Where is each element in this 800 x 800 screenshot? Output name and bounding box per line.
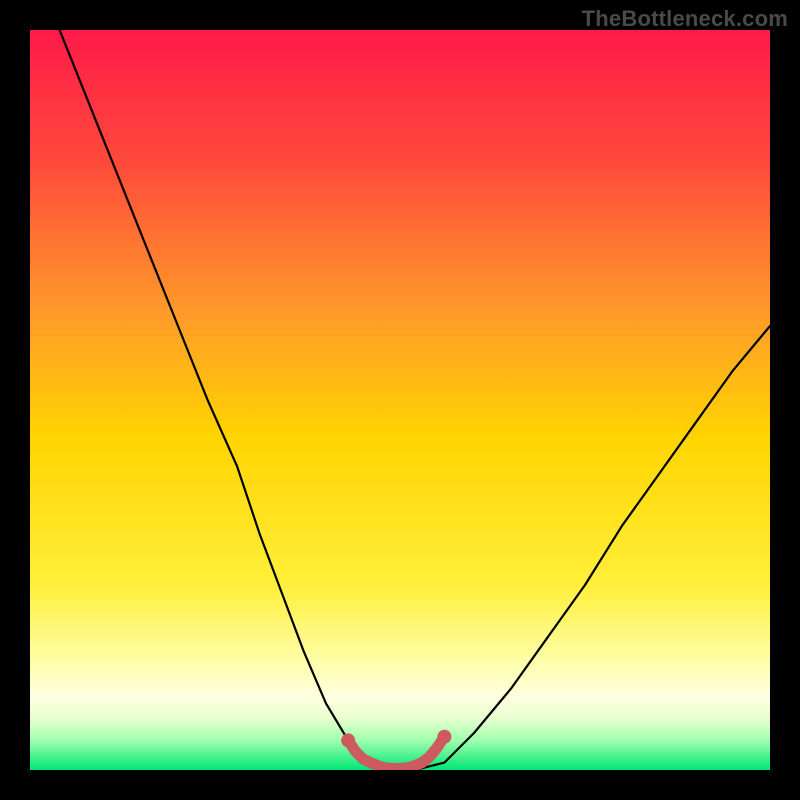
plot-area (30, 30, 770, 770)
chart-svg (30, 30, 770, 770)
optimal-region-start-dot (341, 733, 355, 747)
optimal-region-end-dot (437, 730, 451, 744)
chart-frame: TheBottleneck.com (0, 0, 800, 800)
watermark-text: TheBottleneck.com (582, 6, 788, 32)
gradient-background (30, 30, 770, 770)
